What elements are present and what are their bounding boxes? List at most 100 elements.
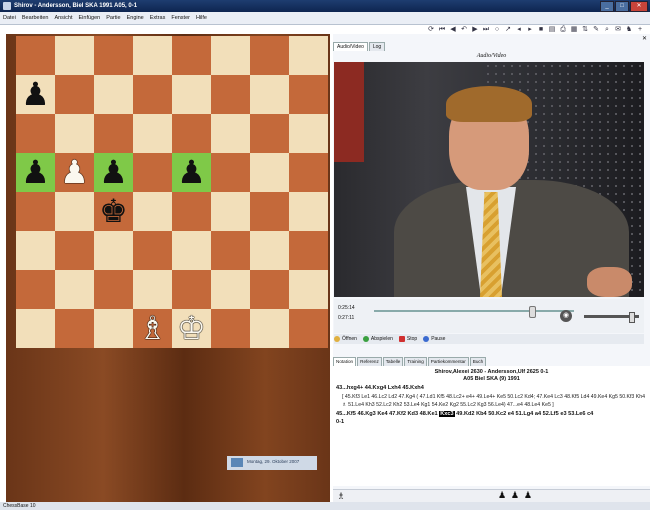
current-move[interactable]: Kxc3 bbox=[439, 410, 455, 417]
add-icon[interactable]: + bbox=[636, 25, 644, 34]
panel-close-icon[interactable]: ✕ bbox=[642, 35, 647, 42]
variation-moves[interactable]: [ 45.Kf3 Le1 46.Lc2 Ld2 47.Kg4 ( 47.Ld1 … bbox=[342, 393, 647, 410]
square-g3[interactable] bbox=[250, 231, 289, 270]
square-c4[interactable]: ♚ bbox=[94, 192, 133, 231]
arrow-icon[interactable]: ↗ bbox=[504, 25, 512, 34]
square-g4[interactable] bbox=[250, 192, 289, 231]
square-b4[interactable] bbox=[55, 192, 94, 231]
square-d3[interactable] bbox=[133, 231, 172, 270]
save-icon[interactable]: ■ bbox=[537, 25, 545, 34]
square-a5[interactable]: ♟ bbox=[16, 153, 55, 192]
square-f5[interactable] bbox=[211, 153, 250, 192]
last-move-icon[interactable]: ⏭ bbox=[482, 25, 490, 34]
refresh-icon[interactable]: ⟳ bbox=[427, 25, 435, 34]
mainline-moves[interactable]: 43...hxg4+ 44.Kxg4 Lxh4 45.Kxh4 bbox=[336, 384, 647, 393]
chess-icon[interactable]: ♞ bbox=[625, 25, 633, 34]
play-button[interactable]: Abspielen bbox=[362, 336, 393, 342]
menu-bearbeiten[interactable]: Bearbeiten bbox=[19, 15, 52, 21]
menu-ansicht[interactable]: Ansicht bbox=[51, 15, 75, 21]
square-f2[interactable] bbox=[211, 270, 250, 309]
menu-hilfe[interactable]: Hilfe bbox=[193, 15, 210, 21]
square-g8[interactable] bbox=[250, 36, 289, 75]
black-piece-a5[interactable]: ♟ bbox=[16, 153, 55, 192]
square-f3[interactable] bbox=[211, 231, 250, 270]
next-game-icon[interactable]: ▸ bbox=[526, 25, 534, 34]
menu-datei[interactable]: Datei bbox=[0, 15, 19, 21]
square-g1[interactable] bbox=[250, 309, 289, 348]
square-f1[interactable] bbox=[211, 309, 250, 348]
square-g5[interactable] bbox=[250, 153, 289, 192]
first-move-icon[interactable]: ⏮ bbox=[438, 25, 446, 34]
tab-training[interactable]: Training bbox=[404, 357, 427, 366]
square-b1[interactable] bbox=[55, 309, 94, 348]
square-d7[interactable] bbox=[133, 75, 172, 114]
tab-buch[interactable]: Buch bbox=[469, 357, 487, 366]
square-d1[interactable]: ♗ bbox=[133, 309, 172, 348]
mail-icon[interactable]: ✉ bbox=[614, 25, 622, 34]
notation-pane[interactable]: Shirov,Alexei 2630 - Andersson,Ulf 2625 … bbox=[333, 366, 650, 486]
close-button[interactable]: ✕ bbox=[630, 1, 648, 12]
database-icon[interactable]: ▤ bbox=[548, 25, 556, 34]
square-h3[interactable] bbox=[289, 231, 328, 270]
square-c7[interactable] bbox=[94, 75, 133, 114]
white-piece-b5[interactable]: ♟ bbox=[55, 153, 94, 192]
stop-button[interactable]: Stop bbox=[398, 336, 417, 342]
tab-partiekommentar[interactable]: Partiekommentar bbox=[427, 357, 469, 366]
square-h5[interactable] bbox=[289, 153, 328, 192]
volume-icon[interactable]: ◉ bbox=[560, 310, 572, 322]
print-icon[interactable]: ⎙ bbox=[559, 25, 567, 34]
menu-engine[interactable]: Engine bbox=[124, 15, 147, 21]
menu-extras[interactable]: Extras bbox=[147, 15, 169, 21]
square-a8[interactable] bbox=[16, 36, 55, 75]
prev-game-icon[interactable]: ◂ bbox=[515, 25, 523, 34]
menu-fenster[interactable]: Fenster bbox=[168, 15, 193, 21]
square-e8[interactable] bbox=[172, 36, 211, 75]
black-piece-e5[interactable]: ♟ bbox=[172, 153, 211, 192]
square-c3[interactable] bbox=[94, 231, 133, 270]
tab-audio-video[interactable]: Audio/Video bbox=[333, 42, 368, 51]
square-d4[interactable] bbox=[133, 192, 172, 231]
square-c6[interactable] bbox=[94, 114, 133, 153]
volume-knob[interactable] bbox=[629, 312, 635, 323]
square-f6[interactable] bbox=[211, 114, 250, 153]
square-b5[interactable]: ♟ bbox=[55, 153, 94, 192]
menu-einfuegen[interactable]: Einfügen bbox=[76, 15, 104, 21]
tab-referenz[interactable]: Referenz bbox=[357, 357, 382, 366]
tab-notation[interactable]: Notation bbox=[333, 357, 357, 366]
back-icon[interactable]: ◀ bbox=[449, 25, 457, 34]
square-e6[interactable] bbox=[172, 114, 211, 153]
mainline-suffix[interactable]: 49.Kd2 Kb4 50.Kc2 e4 51.Lg4 a4 52.Lf5 e3… bbox=[456, 411, 593, 417]
minimize-button[interactable]: _ bbox=[600, 1, 614, 12]
square-g7[interactable] bbox=[250, 75, 289, 114]
square-e2[interactable] bbox=[172, 270, 211, 309]
square-b8[interactable] bbox=[55, 36, 94, 75]
square-h6[interactable] bbox=[289, 114, 328, 153]
pause-button[interactable]: Pause bbox=[423, 336, 445, 342]
square-f8[interactable] bbox=[211, 36, 250, 75]
board-icon[interactable]: ▦ bbox=[570, 25, 578, 34]
forward-icon[interactable]: ▶ bbox=[471, 25, 479, 34]
square-h4[interactable] bbox=[289, 192, 328, 231]
square-a1[interactable] bbox=[16, 309, 55, 348]
square-e7[interactable] bbox=[172, 75, 211, 114]
square-f7[interactable] bbox=[211, 75, 250, 114]
square-c1[interactable] bbox=[94, 309, 133, 348]
square-b3[interactable] bbox=[55, 231, 94, 270]
square-a7[interactable]: ♟ bbox=[16, 75, 55, 114]
tab-log[interactable]: Log bbox=[368, 42, 386, 51]
square-d5[interactable] bbox=[133, 153, 172, 192]
square-g6[interactable] bbox=[250, 114, 289, 153]
square-e5[interactable]: ♟ bbox=[172, 153, 211, 192]
square-f4[interactable] bbox=[211, 192, 250, 231]
stop-icon[interactable]: ○ bbox=[493, 25, 501, 34]
mainline-prefix[interactable]: 45...Kf5 46.Kg3 Ke4 47.Kf2 Kd3 48.Ke1 bbox=[336, 411, 438, 417]
square-e1[interactable]: ♔ bbox=[172, 309, 211, 348]
flip-icon[interactable]: ⇅ bbox=[581, 25, 589, 34]
square-g2[interactable] bbox=[250, 270, 289, 309]
search-icon[interactable]: ⌕ bbox=[603, 25, 611, 34]
square-a2[interactable] bbox=[16, 270, 55, 309]
menu-partie[interactable]: Partie bbox=[103, 15, 123, 21]
square-b2[interactable] bbox=[55, 270, 94, 309]
square-h1[interactable] bbox=[289, 309, 328, 348]
maximize-button[interactable]: □ bbox=[615, 1, 629, 12]
